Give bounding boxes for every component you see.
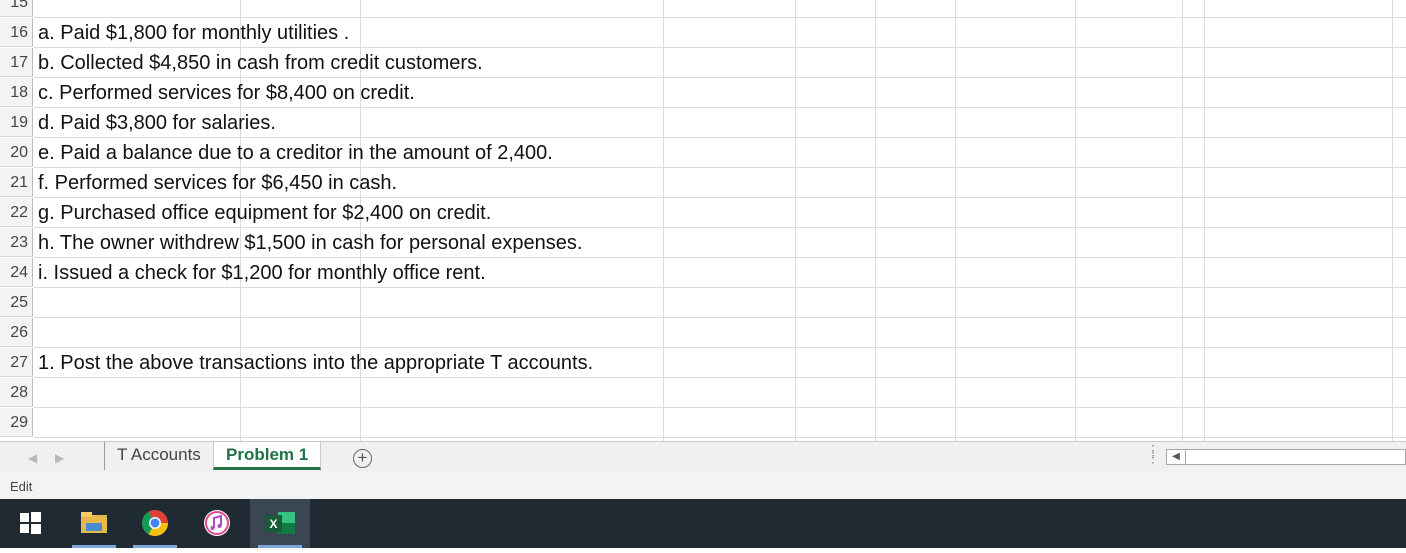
row-number[interactable]: 26	[0, 318, 33, 347]
cell-a[interactable]: b. Collected $4,850 in cash from credit …	[38, 48, 483, 78]
more-options-icon[interactable]: ⋮ ⋮	[1146, 443, 1160, 464]
table-row: 16 a. Paid $1,800 for monthly utilities .	[0, 18, 1406, 48]
taskbar: X	[0, 499, 1406, 548]
table-row: 22 g. Purchased office equipment for $2,4…	[0, 198, 1406, 228]
cell-a[interactable]: a. Paid $1,800 for monthly utilities .	[38, 18, 349, 48]
cell-a[interactable]: g. Purchased office equipment for $2,400…	[38, 198, 491, 228]
table-row: 23 h. The owner withdrew $1,500 in cash f…	[0, 228, 1406, 258]
row-number[interactable]: 29	[0, 408, 33, 437]
status-mode: Edit	[10, 479, 33, 494]
excel-icon[interactable]: X	[250, 499, 310, 548]
cell-a[interactable]: 1. Post the above transactions into the …	[38, 348, 593, 378]
table-row: 17 b. Collected $4,850 in cash from credi…	[0, 48, 1406, 78]
windows-start-icon[interactable]	[0, 499, 60, 548]
scroll-tabs-right-icon[interactable]: ▶	[55, 451, 64, 465]
cell-a[interactable]: f. Performed services for $6,450 in cash…	[38, 168, 397, 198]
table-row: 29	[0, 408, 1406, 438]
row-number[interactable]: 20	[0, 138, 33, 167]
horizontal-scrollbar[interactable]: ◀	[1166, 449, 1406, 465]
chrome-icon[interactable]	[125, 499, 185, 548]
cell-a[interactable]: h. The owner withdrew $1,500 in cash for…	[38, 228, 582, 258]
table-row: 28	[0, 378, 1406, 408]
plus-circle-icon[interactable]: +	[353, 449, 372, 468]
itunes-icon[interactable]	[187, 499, 247, 548]
cell-a[interactable]: e. Paid a balance due to a creditor in t…	[38, 138, 553, 168]
row-number[interactable]: 27	[0, 348, 33, 377]
cell-a[interactable]: c. Performed services for $8,400 on cred…	[38, 78, 415, 108]
table-row: 18 c. Performed services for $8,400 on cr…	[0, 78, 1406, 108]
table-row: 27 1. Post the above transactions into th…	[0, 348, 1406, 378]
table-row: 19 d. Paid $3,800 for salaries.	[0, 108, 1406, 138]
table-row: 21 f. Performed services for $6,450 in ca…	[0, 168, 1406, 198]
svg-text:X: X	[269, 517, 277, 531]
tab-problem-1[interactable]: Problem 1	[213, 442, 322, 470]
row-number[interactable]: 21	[0, 168, 33, 197]
status-bar: Edit	[0, 472, 1406, 499]
row-number[interactable]: 17	[0, 48, 33, 77]
row-number[interactable]: 16	[0, 18, 33, 47]
table-row: 15	[0, 0, 1406, 18]
row-number[interactable]: 19	[0, 108, 33, 137]
table-row: 20 e. Paid a balance due to a creditor in…	[0, 138, 1406, 168]
spreadsheet-grid[interactable]: 15 16 a. Paid $1,800 for monthly utilities…	[0, 0, 1406, 441]
row-number[interactable]: 23	[0, 228, 33, 257]
sheet-tab-bar: ◀ ▶ T Accounts Problem 1 + ⋮ ⋮ ◀	[0, 441, 1406, 473]
row-number[interactable]: 24	[0, 258, 33, 287]
row-divider	[34, 437, 1406, 438]
row-number[interactable]: 22	[0, 198, 33, 227]
row-number[interactable]: 28	[0, 378, 33, 407]
table-row: 26	[0, 318, 1406, 348]
cell-a[interactable]: d. Paid $3,800 for salaries.	[38, 108, 276, 138]
row-number[interactable]: 18	[0, 78, 33, 107]
table-row: 25	[0, 288, 1406, 318]
scroll-left-icon[interactable]: ◀	[1167, 450, 1186, 464]
scroll-tabs-left-icon[interactable]: ◀	[28, 451, 37, 465]
tab-t-accounts[interactable]: T Accounts	[104, 442, 213, 470]
cell-a[interactable]: i. Issued a check for $1,200 for monthly…	[38, 258, 486, 288]
row-number[interactable]: 15	[0, 0, 33, 17]
table-row: 24 i. Issued a check for $1,200 for month…	[0, 258, 1406, 288]
file-explorer-icon[interactable]	[64, 499, 124, 548]
row-number[interactable]: 25	[0, 288, 33, 317]
